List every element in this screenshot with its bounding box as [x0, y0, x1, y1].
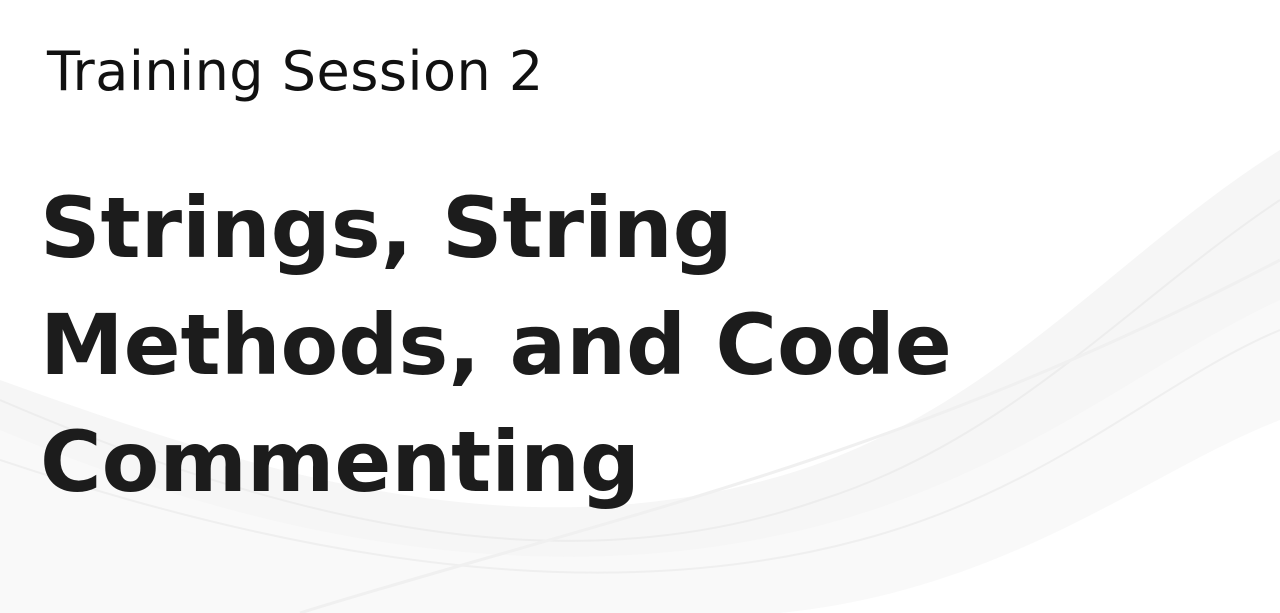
- title-slide: Training Session 2 Strings, String Metho…: [0, 0, 1280, 613]
- title-line: Methods, and Code: [40, 296, 952, 394]
- title-line: Strings, String: [40, 179, 733, 277]
- session-subtitle: Training Session 2: [47, 40, 544, 103]
- slide-title: Strings, String Methods, and Code Commen…: [40, 170, 1140, 521]
- title-line: Commenting: [40, 413, 641, 511]
